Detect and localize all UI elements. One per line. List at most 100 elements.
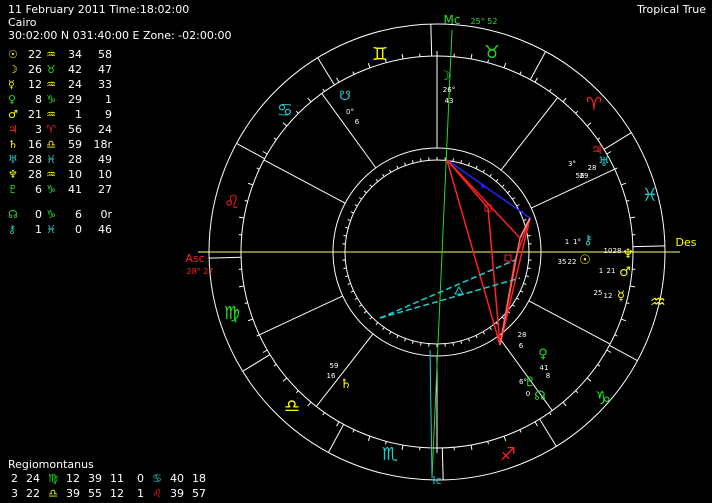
degree-tick [367, 62, 371, 68]
inner-tick [507, 190, 511, 194]
inner-tick [350, 211, 354, 214]
degree-tick [352, 71, 355, 75]
inner-tick [404, 338, 407, 342]
degree-tick [262, 151, 268, 155]
inner-tick [475, 165, 478, 169]
wheel-mars-deg: 1 [599, 267, 603, 275]
mc-label: Mc [444, 13, 461, 27]
degree-tick [549, 88, 552, 92]
wheel-pluto-deg: 6° [519, 378, 527, 386]
degree-tick [626, 302, 630, 304]
sign-boundary [317, 57, 335, 86]
degree-tick [586, 377, 592, 382]
house-cusp [531, 168, 615, 209]
inner-tick [389, 331, 392, 335]
wheel-mars-min: 21 [607, 267, 616, 275]
degree-tick [401, 444, 404, 451]
inner-tick [411, 340, 414, 344]
degree-tick [575, 110, 579, 114]
house-cusp [500, 97, 559, 171]
degree-tick [534, 77, 538, 83]
inner-tick [404, 162, 407, 166]
inner-tick [516, 297, 520, 300]
wheel-node-min: 6 [519, 342, 524, 350]
degree-tick [597, 137, 601, 140]
inner-tick [489, 327, 492, 331]
inner-tick [396, 335, 399, 339]
degree-tick [614, 167, 618, 170]
ic-label: Ic [432, 474, 441, 487]
wheel-sun: ☉ [579, 253, 591, 268]
wheel-saturn: ♄ [340, 377, 352, 392]
degree-tick [238, 216, 245, 219]
inner-tick [354, 297, 358, 300]
degree-tick [575, 390, 579, 394]
asc-degree: 28° 27 [187, 267, 214, 276]
house-cusp [528, 300, 611, 345]
degree-tick [238, 285, 245, 288]
inner-tick [501, 184, 505, 188]
house-cusp [259, 295, 343, 336]
degree-tick [503, 62, 507, 68]
inner-tick [375, 178, 379, 182]
degree-tick [470, 53, 473, 60]
virgo-icon: ♍ [224, 303, 240, 324]
degree-tick [534, 421, 538, 427]
sign-boundary [632, 245, 665, 248]
degree-tick [597, 364, 601, 367]
sign-boundary [242, 354, 271, 372]
degree-tick [256, 167, 260, 170]
aries-icon: ♈ [586, 94, 602, 115]
degree-tick [282, 122, 288, 127]
degree-tick [256, 334, 260, 337]
degree-tick [629, 216, 636, 219]
inner-tick [389, 169, 392, 173]
degree-tick [549, 412, 552, 416]
inner-tick [495, 178, 499, 182]
degree-tick [336, 421, 340, 427]
degree-tick [322, 88, 325, 92]
wheel-node-top: ☋ [339, 89, 351, 104]
inner-tick [482, 169, 485, 173]
inner-tick [512, 304, 516, 307]
inner-tick [516, 204, 520, 207]
inner-tick [347, 282, 351, 285]
wheel-chiron: ⚷ [583, 233, 593, 248]
inner-tick [347, 219, 351, 222]
inner-tick [467, 338, 470, 342]
inner-tick [343, 267, 347, 269]
aspect-sextile: ✶ [479, 182, 487, 193]
degree-tick [282, 377, 288, 382]
aspect-trine [454, 285, 464, 295]
wheel-mars: ♂ [619, 265, 631, 280]
inner-tick [382, 327, 385, 331]
wheel-venus: ♀ [538, 347, 548, 362]
inner-tick [527, 267, 531, 269]
wheel-mercury-deg: 25 [594, 289, 603, 297]
degree-tick [247, 318, 253, 322]
aquarius-icon: ♒ [650, 292, 666, 313]
inner-tick [482, 331, 485, 335]
degree-tick [606, 151, 612, 155]
degree-tick [470, 444, 473, 451]
sign-boundary [529, 51, 547, 80]
wheel-neptune-deg: 10 [604, 247, 613, 255]
degree-tick [273, 137, 277, 140]
degree-tick [606, 349, 612, 353]
sign-boundary [327, 424, 345, 453]
degree-tick [519, 429, 522, 433]
wheel-venus-min: 8 [546, 372, 550, 380]
degree-tick [244, 302, 248, 304]
inner-tick [523, 282, 527, 285]
leo-icon: ♌ [224, 192, 240, 213]
inner-tick [527, 235, 531, 237]
wheel-saturn-deg: 59 [330, 362, 339, 370]
inner-tick [369, 184, 373, 188]
degree-tick [244, 200, 248, 202]
degree-tick [247, 182, 253, 186]
inner-tick [523, 219, 527, 222]
wheel-moon-min: 43 [445, 97, 454, 105]
degree-tick [352, 429, 355, 433]
libra-icon: ♎ [284, 396, 300, 417]
inner-tick [452, 342, 454, 346]
